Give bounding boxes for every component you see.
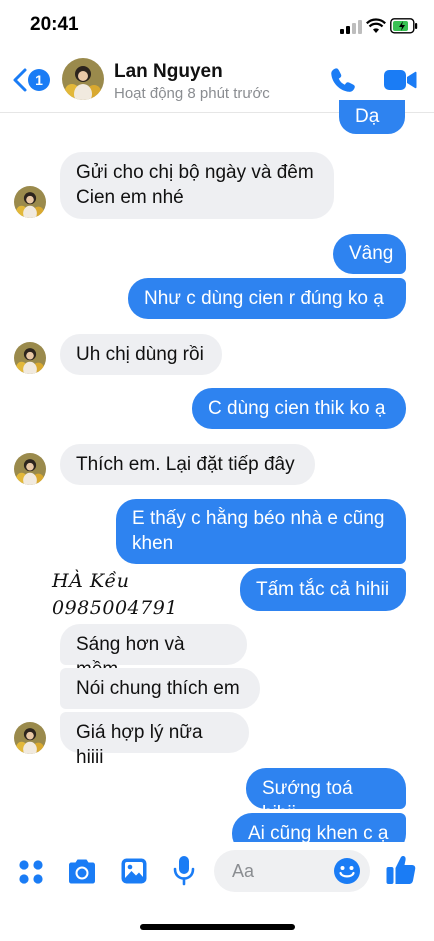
message-text: Thích em. Lại đặt tiếp đây (76, 454, 295, 475)
message-text: Nói chung thích em (76, 678, 240, 699)
menu-dots-icon[interactable] (18, 859, 44, 885)
message-text: Ai cũng khen c ạ (248, 823, 389, 844)
avatar[interactable] (14, 342, 46, 374)
avatar[interactable] (62, 58, 104, 100)
message-text: Tấm tắc cả hihii (256, 579, 390, 600)
emoji-icon[interactable] (333, 857, 361, 885)
message-bubble-sent[interactable]: Dạ c (339, 100, 405, 152)
message-bubble-sent[interactable]: C dùng cien thik ko ạ (192, 388, 406, 429)
message-text: Vâng (349, 243, 394, 264)
handwritten-phone: 0985004791 (52, 597, 178, 619)
avatar-photo-icon (62, 58, 104, 100)
message-text: Gửi cho chị bộ ngày và đêm (76, 162, 314, 183)
microphone-icon[interactable] (172, 855, 196, 887)
message-bubble-sent[interactable]: E thấy c hằng béo nhà e cũng khen (116, 499, 406, 564)
status-bar: 20:41 (0, 0, 434, 50)
message-bubble-received[interactable]: Gửi cho chị bộ ngày và đêm Cien em nhé (60, 152, 334, 219)
message-text: Cien em nhé (76, 187, 184, 208)
avatar[interactable] (14, 186, 46, 218)
unread-badge: 1 (28, 69, 50, 91)
status-time: 20:41 (30, 14, 79, 35)
signal-icon (340, 20, 362, 34)
battery-icon (390, 18, 418, 34)
message-bubble-received[interactable]: Nói chung thích em (60, 668, 260, 709)
thumbs-up-icon[interactable] (385, 854, 417, 886)
video-icon[interactable] (383, 68, 417, 92)
message-input-placeholder: Aa (232, 861, 255, 881)
message-bubble-received[interactable]: Uh chị dùng rồi (60, 334, 222, 375)
message-input[interactable]: Aa (214, 850, 370, 892)
message-text: E thấy c hằng béo nhà e cũng (132, 508, 385, 529)
avatar[interactable] (14, 453, 46, 485)
handwritten-name: HÀ Kều (52, 570, 130, 592)
message-bubble-received[interactable]: Giá hợp lý nữa hiiii (60, 712, 249, 768)
message-bubble-received[interactable]: Sáng hơn và mềm (60, 624, 247, 680)
message-text: Dạ c (355, 106, 380, 152)
message-bubble-received[interactable]: Thích em. Lại đặt tiếp đây (60, 444, 315, 485)
wifi-icon (366, 18, 386, 33)
message-text: Như c dùng cien r đúng ko ạ (144, 288, 384, 309)
home-indicator[interactable] (140, 924, 295, 930)
avatar[interactable] (14, 722, 46, 754)
message-bubble-sent[interactable]: Tấm tắc cả hihii (240, 568, 406, 611)
chevron-left-icon (13, 68, 27, 92)
back-button[interactable]: 1 (10, 65, 52, 95)
message-text: khen (132, 533, 174, 554)
message-bubble-sent[interactable]: Như c dùng cien r đúng ko ạ (128, 278, 406, 319)
handwritten-overlay: HÀ Kều 0985004791 (52, 568, 178, 622)
message-bubble-sent[interactable]: Sướng toá hihii (246, 768, 406, 824)
camera-icon[interactable] (66, 858, 98, 886)
message-text: Uh chị dùng rồi (76, 344, 204, 365)
active-status: Hoạt động 8 phút trước (114, 85, 270, 102)
contact-name[interactable]: Lan Nguyen (114, 61, 223, 83)
message-bubble-sent[interactable]: Vâng (333, 234, 406, 274)
message-text: C dùng cien thik ko ạ (208, 398, 386, 419)
gallery-icon[interactable] (120, 857, 148, 885)
phone-icon[interactable] (329, 66, 357, 94)
message-text: Giá hợp lý nữa hiiii (76, 722, 203, 768)
